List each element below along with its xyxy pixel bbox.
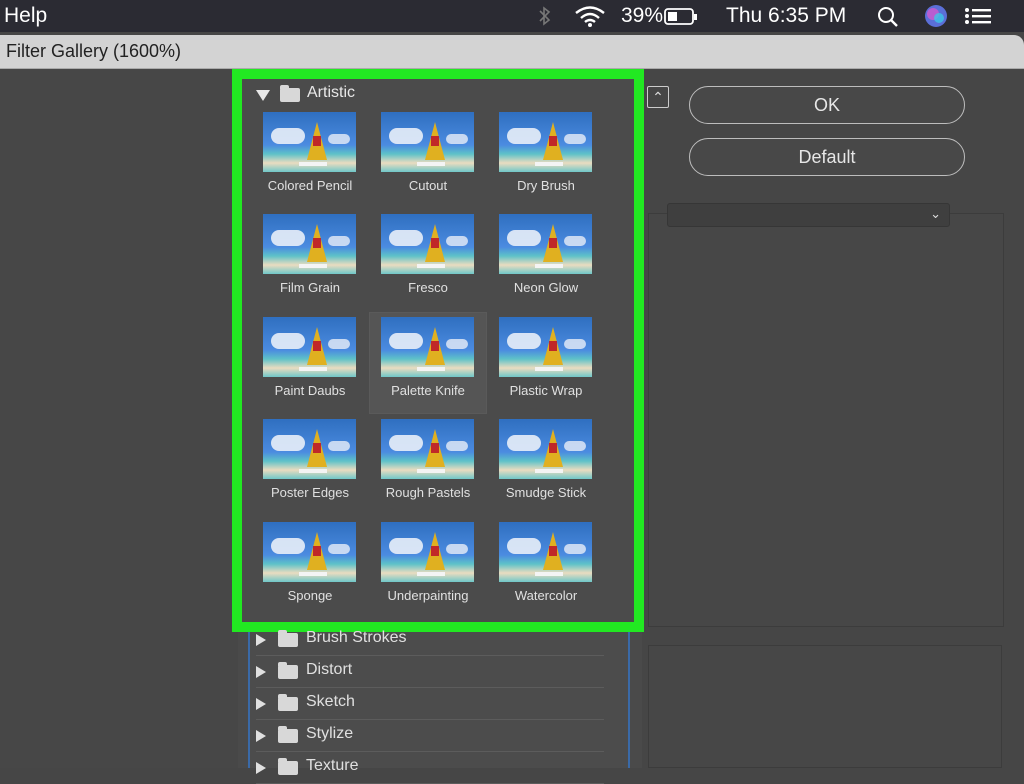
category-label: Texture: [306, 757, 359, 774]
folder-icon: [280, 85, 300, 102]
category-label: Stylize: [306, 725, 354, 742]
filter-label: Poster Edges: [270, 485, 350, 500]
filter-thumbnail[interactable]: Poster Edges: [252, 415, 368, 515]
collapse-gallery-button[interactable]: ⌃: [647, 86, 669, 108]
filter-thumbnail[interactable]: Neon Glow: [488, 210, 604, 310]
filter-label: Palette Knife: [391, 383, 465, 398]
default-button[interactable]: Default: [689, 138, 965, 176]
filter-thumbnail[interactable]: Palette Knife: [369, 312, 487, 414]
filter-settings-panel: [648, 213, 1004, 627]
bluetooth-icon[interactable]: [538, 6, 552, 26]
search-icon[interactable]: [877, 6, 899, 28]
filter-label: Paint Daubs: [274, 383, 346, 398]
filter-thumbnail[interactable]: Film Grain: [252, 210, 368, 310]
filter-label: Sponge: [287, 588, 333, 603]
filter-preview-image: [381, 419, 474, 479]
filter-preview-image: [263, 419, 356, 479]
filter-thumbnail[interactable]: Dry Brush: [488, 108, 604, 208]
filter-preview-image: [499, 522, 592, 582]
filter-label: Colored Pencil: [267, 178, 353, 193]
category-artistic[interactable]: Artistic: [307, 84, 355, 106]
filter-preview-image: [263, 522, 356, 582]
filter-preview-image: [381, 317, 474, 377]
filter-label: Film Grain: [280, 280, 340, 295]
menu-bar: Help 39% Thu 6:35 PM: [0, 0, 1024, 32]
expand-arrow-icon[interactable]: [256, 90, 270, 101]
filter-preview-image: [499, 419, 592, 479]
category-row[interactable]: Stylize: [256, 720, 604, 752]
expand-arrow-icon[interactable]: [256, 666, 266, 678]
filter-label: Watercolor: [514, 588, 578, 603]
folder-icon: [278, 662, 298, 679]
wifi-icon[interactable]: [574, 6, 606, 28]
window-title-bar: Filter Gallery (1600%): [0, 35, 1024, 69]
filter-preview-image: [263, 317, 356, 377]
folder-icon: [278, 758, 298, 775]
filter-preview-image: [381, 214, 474, 274]
filter-label: Plastic Wrap: [509, 383, 583, 398]
filter-preview-image: [381, 112, 474, 172]
filter-thumbnail[interactable]: Smudge Stick: [488, 415, 604, 515]
filter-label: Smudge Stick: [505, 485, 587, 500]
expand-arrow-icon[interactable]: [256, 730, 266, 742]
filter-label: Rough Pastels: [385, 485, 471, 500]
filter-preview-image: [381, 522, 474, 582]
filter-thumbnail[interactable]: Watercolor: [488, 518, 604, 618]
category-row[interactable]: Distort: [256, 656, 604, 688]
menubar-clock[interactable]: Thu 6:35 PM: [726, 4, 846, 28]
expand-arrow-icon[interactable]: [256, 634, 266, 646]
filter-label: Neon Glow: [513, 280, 579, 295]
filter-thumbnail[interactable]: Underpainting: [370, 518, 486, 618]
filter-preview-image: [263, 214, 356, 274]
filter-label: Underpainting: [387, 588, 469, 603]
category-row[interactable]: Brush Strokes: [256, 624, 604, 656]
filter-label: Fresco: [408, 280, 448, 295]
category-row[interactable]: Sketch: [256, 688, 604, 720]
filter-label: Dry Brush: [517, 178, 575, 193]
filter-thumbnail[interactable]: Paint Daubs: [252, 313, 368, 413]
notification-center-icon[interactable]: [964, 7, 992, 25]
folder-icon: [278, 726, 298, 743]
window-title: Filter Gallery (1600%): [6, 41, 182, 61]
help-menu[interactable]: Help: [4, 4, 47, 28]
filter-preview-image: [499, 112, 592, 172]
category-row[interactable]: Texture: [256, 752, 604, 784]
category-label: Brush Strokes: [306, 629, 407, 646]
ok-button[interactable]: OK: [689, 86, 965, 124]
siri-icon[interactable]: [924, 4, 948, 28]
preview-area[interactable]: [0, 69, 238, 768]
filter-preview-image: [263, 112, 356, 172]
filter-thumbnail[interactable]: Rough Pastels: [370, 415, 486, 515]
category-label: Distort: [306, 661, 353, 678]
expand-arrow-icon[interactable]: [256, 698, 266, 710]
filter-thumbnail[interactable]: Plastic Wrap: [488, 313, 604, 413]
expand-arrow-icon[interactable]: [256, 762, 266, 774]
filter-thumbnail[interactable]: Sponge: [252, 518, 368, 618]
filter-thumbnail[interactable]: Colored Pencil: [252, 108, 368, 208]
filter-thumbnail[interactable]: Fresco: [370, 210, 486, 310]
filter-select-dropdown[interactable]: ⌄: [667, 203, 950, 227]
filter-thumbnail[interactable]: Cutout: [370, 108, 486, 208]
effect-layers-panel: [648, 645, 1002, 768]
battery-icon[interactable]: [664, 8, 698, 26]
folder-icon: [278, 630, 298, 647]
battery-percentage: 39%: [621, 4, 664, 27]
folder-icon: [278, 694, 298, 711]
filter-preview-image: [499, 317, 592, 377]
chevron-down-icon: ⌄: [930, 206, 941, 221]
category-label: Sketch: [306, 693, 355, 710]
filter-preview-image: [499, 214, 592, 274]
filter-label: Cutout: [408, 178, 448, 193]
